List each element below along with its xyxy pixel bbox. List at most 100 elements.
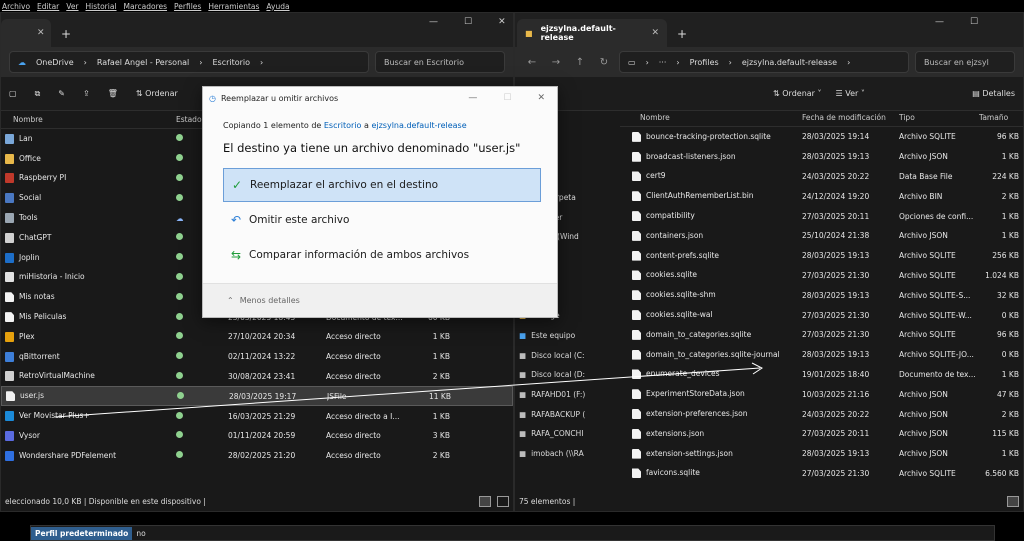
date-cell: 27/03/2025 21:30 xyxy=(802,468,870,478)
sidebar-item[interactable]: ■ Disco local (C: xyxy=(515,345,619,365)
breadcrumb-release[interactable]: ejzsylna.default-release xyxy=(742,58,837,67)
refresh-icon[interactable]: ↻ xyxy=(595,57,613,68)
file-name: cookies.sqlite-shm xyxy=(646,290,716,300)
menu-item[interactable]: Editar xyxy=(37,2,59,11)
search-input[interactable]: Buscar en ejzsyl xyxy=(915,51,1015,73)
left-titlebar: ✕ + — ☐ ✕ xyxy=(1,13,513,47)
minimize-icon[interactable]: — xyxy=(468,93,477,103)
table-row[interactable]: extension-settings.json 28/03/2025 19:13 A… xyxy=(620,444,1023,464)
paste-icon[interactable]: ▢ xyxy=(9,89,17,98)
menu-item[interactable]: Ayuda xyxy=(266,2,289,11)
sort-button[interactable]: ⇅ Ordenar ˅ xyxy=(773,89,822,98)
table-row[interactable]: containers.json 25/10/2024 21:38 Archivo J… xyxy=(620,226,1023,246)
menu-item[interactable]: Marcadores xyxy=(124,2,168,11)
sort-button[interactable]: ⇅ Ordenar xyxy=(136,89,178,98)
menu-item[interactable]: Herramientas xyxy=(208,2,259,11)
search-input[interactable]: Buscar en Escritorio xyxy=(375,51,505,73)
breadcrumb-personal[interactable]: Rafael Angel - Personal xyxy=(97,58,189,67)
table-row[interactable]: content-prefs.sqlite 28/03/2025 19:13 Arch… xyxy=(620,246,1023,266)
minimize-icon[interactable]: — xyxy=(935,17,944,27)
menu-item[interactable]: Perfiles xyxy=(174,2,201,11)
maximize-icon[interactable]: ☐ xyxy=(970,17,978,27)
chevron-right-icon: › xyxy=(847,57,851,67)
sidebar-item[interactable]: ■ Disco local (D: xyxy=(515,365,619,385)
details-view-icon[interactable] xyxy=(1007,495,1019,507)
col-date[interactable]: Fecha de modificación xyxy=(802,113,899,122)
table-row[interactable]: Plex 27/10/2024 20:34 Acceso directo 1 KB xyxy=(1,327,513,347)
table-row[interactable]: RetroVirtualMachine 30/08/2024 23:41 Acces… xyxy=(1,367,513,387)
back-icon[interactable]: ← xyxy=(523,57,541,68)
details-button[interactable]: ▤ Detalles xyxy=(972,89,1015,98)
compare-option[interactable]: ⇆ Comparar información de ambos archivos xyxy=(223,238,541,272)
less-details-button[interactable]: Menos detalles xyxy=(240,296,300,305)
table-row[interactable]: cookies.sqlite-shm 28/03/2025 19:13 Archiv… xyxy=(620,285,1023,305)
table-row[interactable]: Vysor 01/11/2024 20:59 Acceso directo 3 KB xyxy=(1,426,513,446)
sidebar-item[interactable]: ■ Este equipo xyxy=(515,326,619,346)
maximize-icon[interactable]: ☐ xyxy=(464,17,472,27)
details-view-icon[interactable] xyxy=(479,495,491,507)
breadcrumb[interactable]: ▭ › ··· › Profiles › ejzsylna.default-re… xyxy=(619,51,909,73)
table-row[interactable]: extensions.json 27/03/2025 20:11 Archivo J… xyxy=(620,424,1023,444)
sidebar-item[interactable]: ■ RAFAHD01 (F:) xyxy=(515,385,619,405)
close-tab-icon[interactable]: ✕ xyxy=(651,28,659,38)
destination-link[interactable]: ejzsylna.default-release xyxy=(371,121,466,130)
table-row[interactable]: Wondershare PDFelement 28/02/2025 21:20 Ac… xyxy=(1,446,513,466)
chevron-up-icon[interactable]: ⌃ xyxy=(227,296,234,305)
table-row[interactable]: ClientAuthRememberList.bin 24/12/2024 19:… xyxy=(620,186,1023,206)
menu-item[interactable]: Archivo xyxy=(2,2,30,11)
table-row[interactable]: favicons.sqlite 27/03/2025 21:30 Archivo S… xyxy=(620,464,1023,484)
view-button[interactable]: ☰ Ver ˅ xyxy=(836,89,865,98)
type-cell: Archivo SQLITE xyxy=(899,468,956,478)
table-row[interactable]: extension-preferences.json 24/03/2025 20:… xyxy=(620,404,1023,424)
table-row[interactable]: qBittorrent 02/11/2024 13:22 Acceso direct… xyxy=(1,347,513,367)
table-row[interactable]: cookies.sqlite-wal 27/03/2025 21:30 Archiv… xyxy=(620,305,1023,325)
table-row[interactable]: compatibility 27/03/2025 20:11 Opciones de… xyxy=(620,206,1023,226)
table-row[interactable]: cert9 24/03/2025 20:22 Data Base File 224 K… xyxy=(620,167,1023,187)
menu-item[interactable]: Historial xyxy=(86,2,117,11)
close-tab-icon[interactable]: ✕ xyxy=(37,28,45,38)
file-name: extensions.json xyxy=(646,428,705,438)
table-row[interactable]: domain_to_categories.sqlite 27/03/2025 21… xyxy=(620,325,1023,345)
table-row[interactable]: user.js 28/03/2025 19:17 JSFile 11 KB xyxy=(1,386,513,407)
table-row[interactable]: broadcast-listeners.json 28/03/2025 19:13… xyxy=(620,147,1023,167)
close-icon[interactable]: ✕ xyxy=(498,17,506,27)
copy-icon[interactable]: ⧉ xyxy=(35,89,41,99)
delete-icon[interactable]: 🗑 xyxy=(108,89,118,98)
left-tab[interactable]: ✕ xyxy=(1,19,51,47)
minimize-icon[interactable]: — xyxy=(429,17,438,27)
source-link[interactable]: Escritorio xyxy=(324,121,362,130)
forward-icon[interactable]: → xyxy=(547,57,565,68)
menu-item[interactable]: Ver xyxy=(66,2,78,11)
table-row[interactable]: Ver Movistar Plus+ 16/03/2025 21:29 Acceso… xyxy=(1,406,513,426)
skip-option[interactable]: ↶ Omitir este archivo xyxy=(223,203,541,237)
tiles-view-icon[interactable] xyxy=(497,495,509,507)
col-type[interactable]: Tipo xyxy=(899,113,979,122)
table-row[interactable]: ExperimentStoreData.json 10/03/2025 21:16… xyxy=(620,384,1023,404)
share-icon[interactable]: ⇪ xyxy=(83,89,90,98)
breadcrumb-profiles[interactable]: Profiles xyxy=(690,58,719,67)
replace-option[interactable]: ✓ Reemplazar el archivo en el destino xyxy=(223,168,541,202)
right-tab[interactable]: ■ ejzsylna.default-release ✕ xyxy=(517,19,667,47)
rename-icon[interactable]: ✎ xyxy=(58,89,65,98)
breadcrumb-onedrive[interactable]: OneDrive xyxy=(36,58,74,67)
breadcrumb[interactable]: ☁ OneDrive › Rafael Angel - Personal › E… xyxy=(9,51,369,73)
table-row[interactable]: enumerate_devices 19/01/2025 18:40 Documen… xyxy=(620,365,1023,385)
col-size[interactable]: Tamaño xyxy=(979,113,1019,122)
sidebar-item[interactable]: ■ RAFA_CONCHI xyxy=(515,424,619,444)
col-name[interactable]: Nombre xyxy=(1,115,176,124)
table-row[interactable]: domain_to_categories.sqlite-journal 28/03… xyxy=(620,345,1023,365)
breadcrumb-escritorio[interactable]: Escritorio xyxy=(212,58,250,67)
table-row[interactable]: cookies.sqlite 27/03/2025 21:30 Archivo SQ… xyxy=(620,266,1023,286)
col-name[interactable]: Nombre xyxy=(620,113,802,122)
file-name-cell: cookies.sqlite-wal xyxy=(620,310,802,321)
sidebar-item[interactable]: ■ imobach (\\RA xyxy=(515,444,619,464)
sidebar-item[interactable]: ■ RAFABACKUP ( xyxy=(515,404,619,424)
file-name-cell: broadcast-listeners.json xyxy=(620,151,802,162)
table-row[interactable]: bounce-tracking-protection.sqlite 28/03/2… xyxy=(620,127,1023,147)
new-tab-button[interactable]: + xyxy=(51,27,81,47)
up-icon[interactable]: ↑ xyxy=(571,57,589,68)
new-tab-button[interactable]: + xyxy=(667,27,697,47)
close-icon[interactable]: ✕ xyxy=(537,93,545,103)
file-name: Vysor xyxy=(19,430,40,440)
ellipsis-icon[interactable]: ··· xyxy=(659,58,667,67)
